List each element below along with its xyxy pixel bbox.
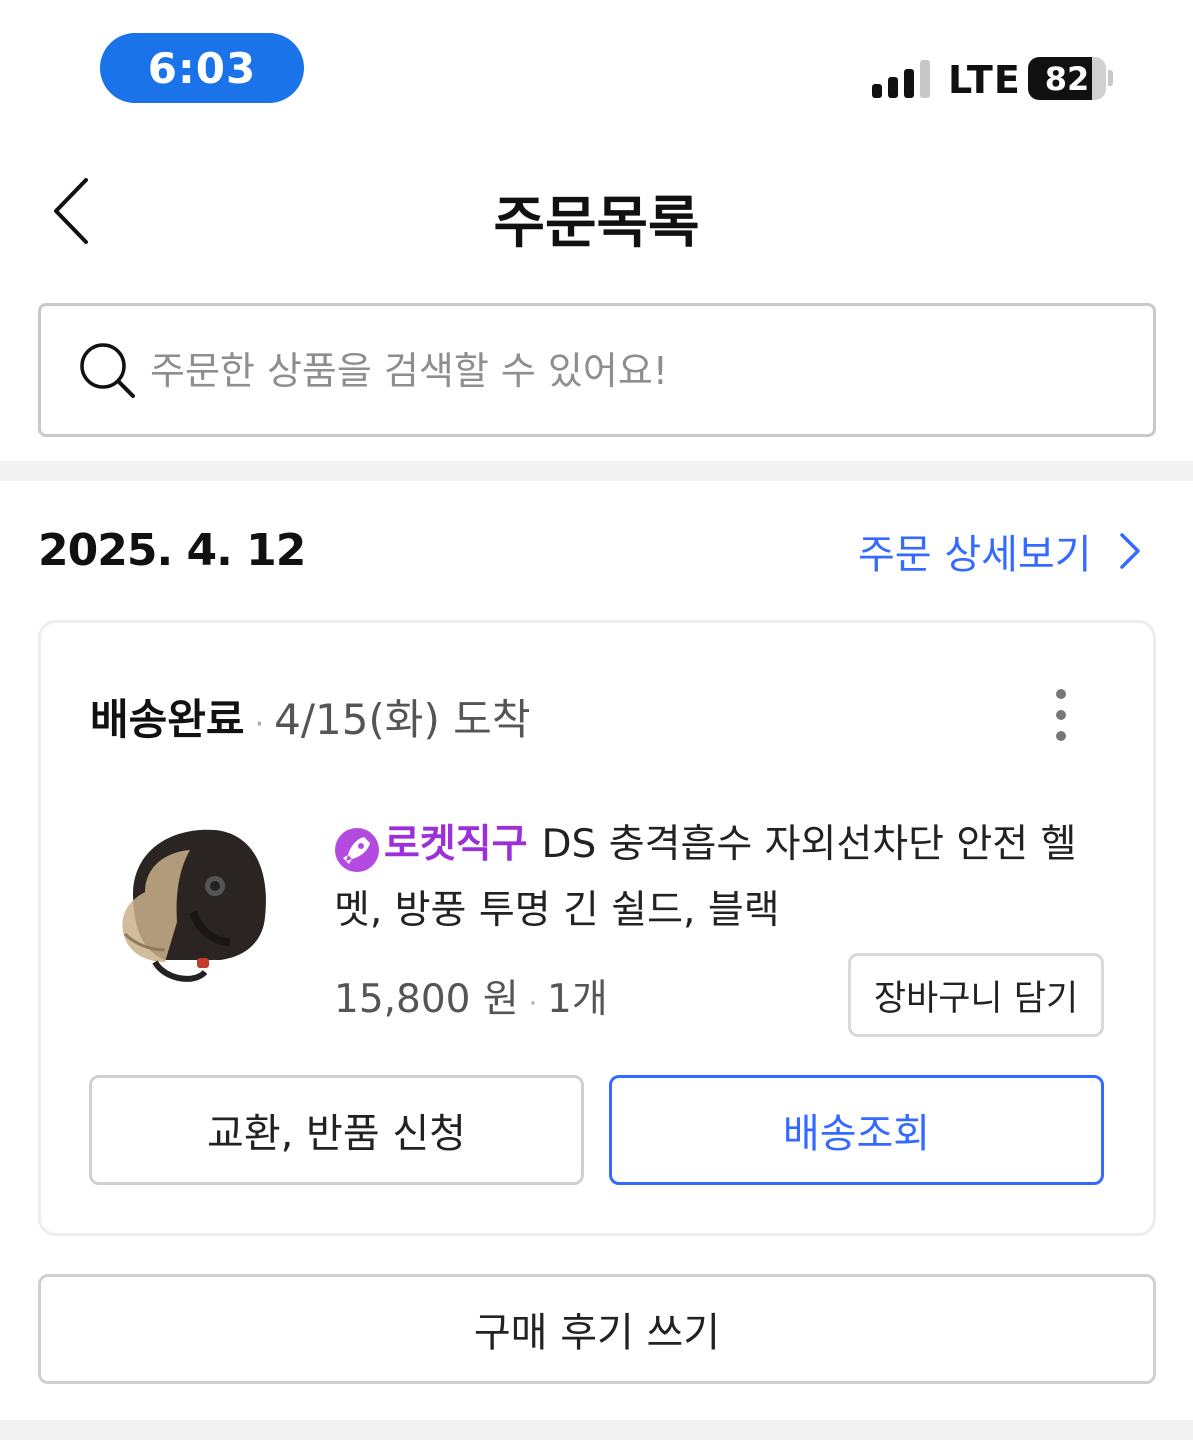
arrival-date: 4/15(화) 도착 (274, 695, 531, 744)
order-detail-label: 주문 상세보기 (858, 532, 1092, 578)
rocket-icon (335, 827, 379, 872)
product-quantity: 1개 (547, 977, 608, 1022)
write-review-button[interactable]: 구매 후기 쓰기 (38, 1274, 1156, 1384)
price-quantity: 15,800 원 · 1개 (334, 968, 608, 1024)
chevron-right-icon (1119, 533, 1140, 569)
battery-nub (1108, 70, 1113, 86)
more-vertical-icon[interactable] (1050, 688, 1072, 742)
status-separator: · (254, 707, 265, 742)
track-delivery-button[interactable]: 배송조회 (609, 1075, 1104, 1185)
page-title: 주문목록 (493, 191, 700, 256)
section-divider-bottom (0, 1420, 1193, 1440)
order-date: 2025. 4. 12 (38, 525, 306, 576)
exchange-return-button[interactable]: 교환, 반품 신청 (89, 1075, 584, 1185)
network-type: LTE (948, 58, 1021, 102)
rocket-direct-badge: 로켓직구 (334, 812, 528, 878)
section-divider (0, 461, 1193, 481)
search-input[interactable] (150, 343, 1130, 399)
product-title[interactable]: 로켓직구 DS 충격흡수 자외선차단 안전 헬멧, 방풍 투명 긴 쉴드, 블랙 (334, 812, 1094, 944)
search-icon (80, 343, 135, 398)
rocket-badge-label: 로켓직구 (384, 822, 528, 867)
battery-icon: 82 (1028, 57, 1106, 100)
delivery-status: 배송완료 · 4/15(화) 도착 (90, 686, 530, 747)
add-to-cart-button[interactable]: 장바구니 담기 (848, 953, 1104, 1037)
status-label: 배송완료 (90, 695, 245, 744)
order-detail-link[interactable]: 주문 상세보기 (858, 522, 1142, 580)
battery-level: 82 (1044, 59, 1090, 98)
product-price: 15,800 원 (334, 977, 519, 1022)
status-time: 6:03 (100, 33, 304, 103)
price-separator: · (528, 989, 538, 1019)
signal-icon (872, 60, 930, 98)
product-image[interactable] (105, 822, 275, 992)
